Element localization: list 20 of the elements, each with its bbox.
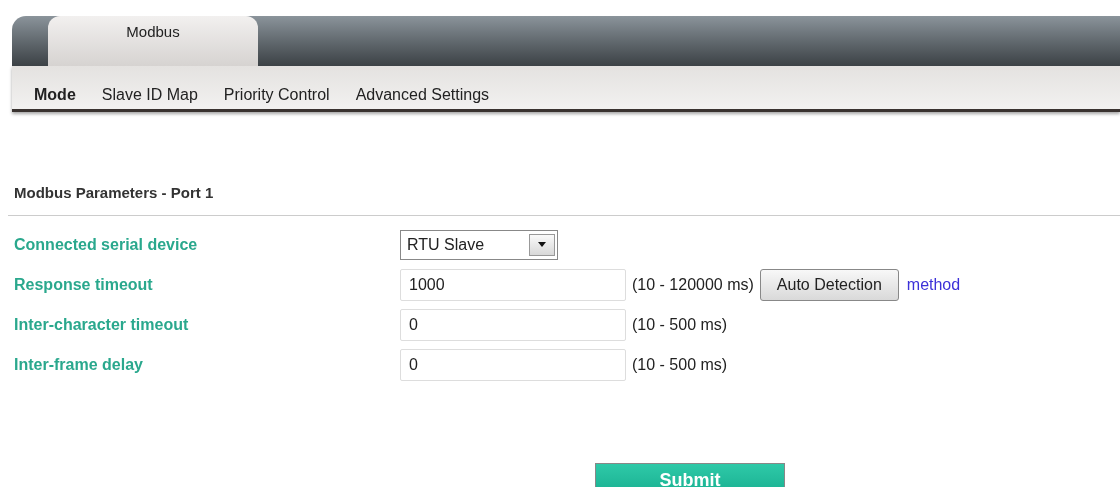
section-title: Modbus Parameters - Port 1: [14, 184, 214, 201]
method-link[interactable]: method: [906, 272, 961, 297]
tab[interactable]: Modbus: [48, 16, 258, 66]
subnav-item[interactable]: Slave ID Map: [101, 82, 198, 107]
subnav-item[interactable]: Advanced Settings: [355, 82, 490, 107]
field-label: Inter-character timeout: [13, 314, 190, 335]
range-hint: (10 - 500 ms): [632, 314, 728, 335]
field-label: Response timeout: [13, 274, 154, 295]
dropdown[interactable]: RTU Slave: [400, 229, 558, 260]
text-field[interactable]: 0: [400, 348, 626, 381]
range-hint: (10 - 120000 ms): [632, 274, 754, 295]
range-hint: (10 - 500 ms): [632, 354, 728, 375]
field-label: Connected serial device: [13, 234, 199, 255]
auto-detection-button[interactable]: Auto Detection: [759, 268, 899, 301]
field-label: Inter-frame delay: [13, 354, 144, 375]
subnav-item[interactable]: Priority Control: [223, 82, 330, 107]
subnav-item[interactable]: Mode: [34, 82, 76, 107]
text-field[interactable]: 1000: [400, 268, 626, 301]
text-field[interactable]: 0: [400, 308, 626, 341]
caret-icon: [529, 233, 555, 256]
